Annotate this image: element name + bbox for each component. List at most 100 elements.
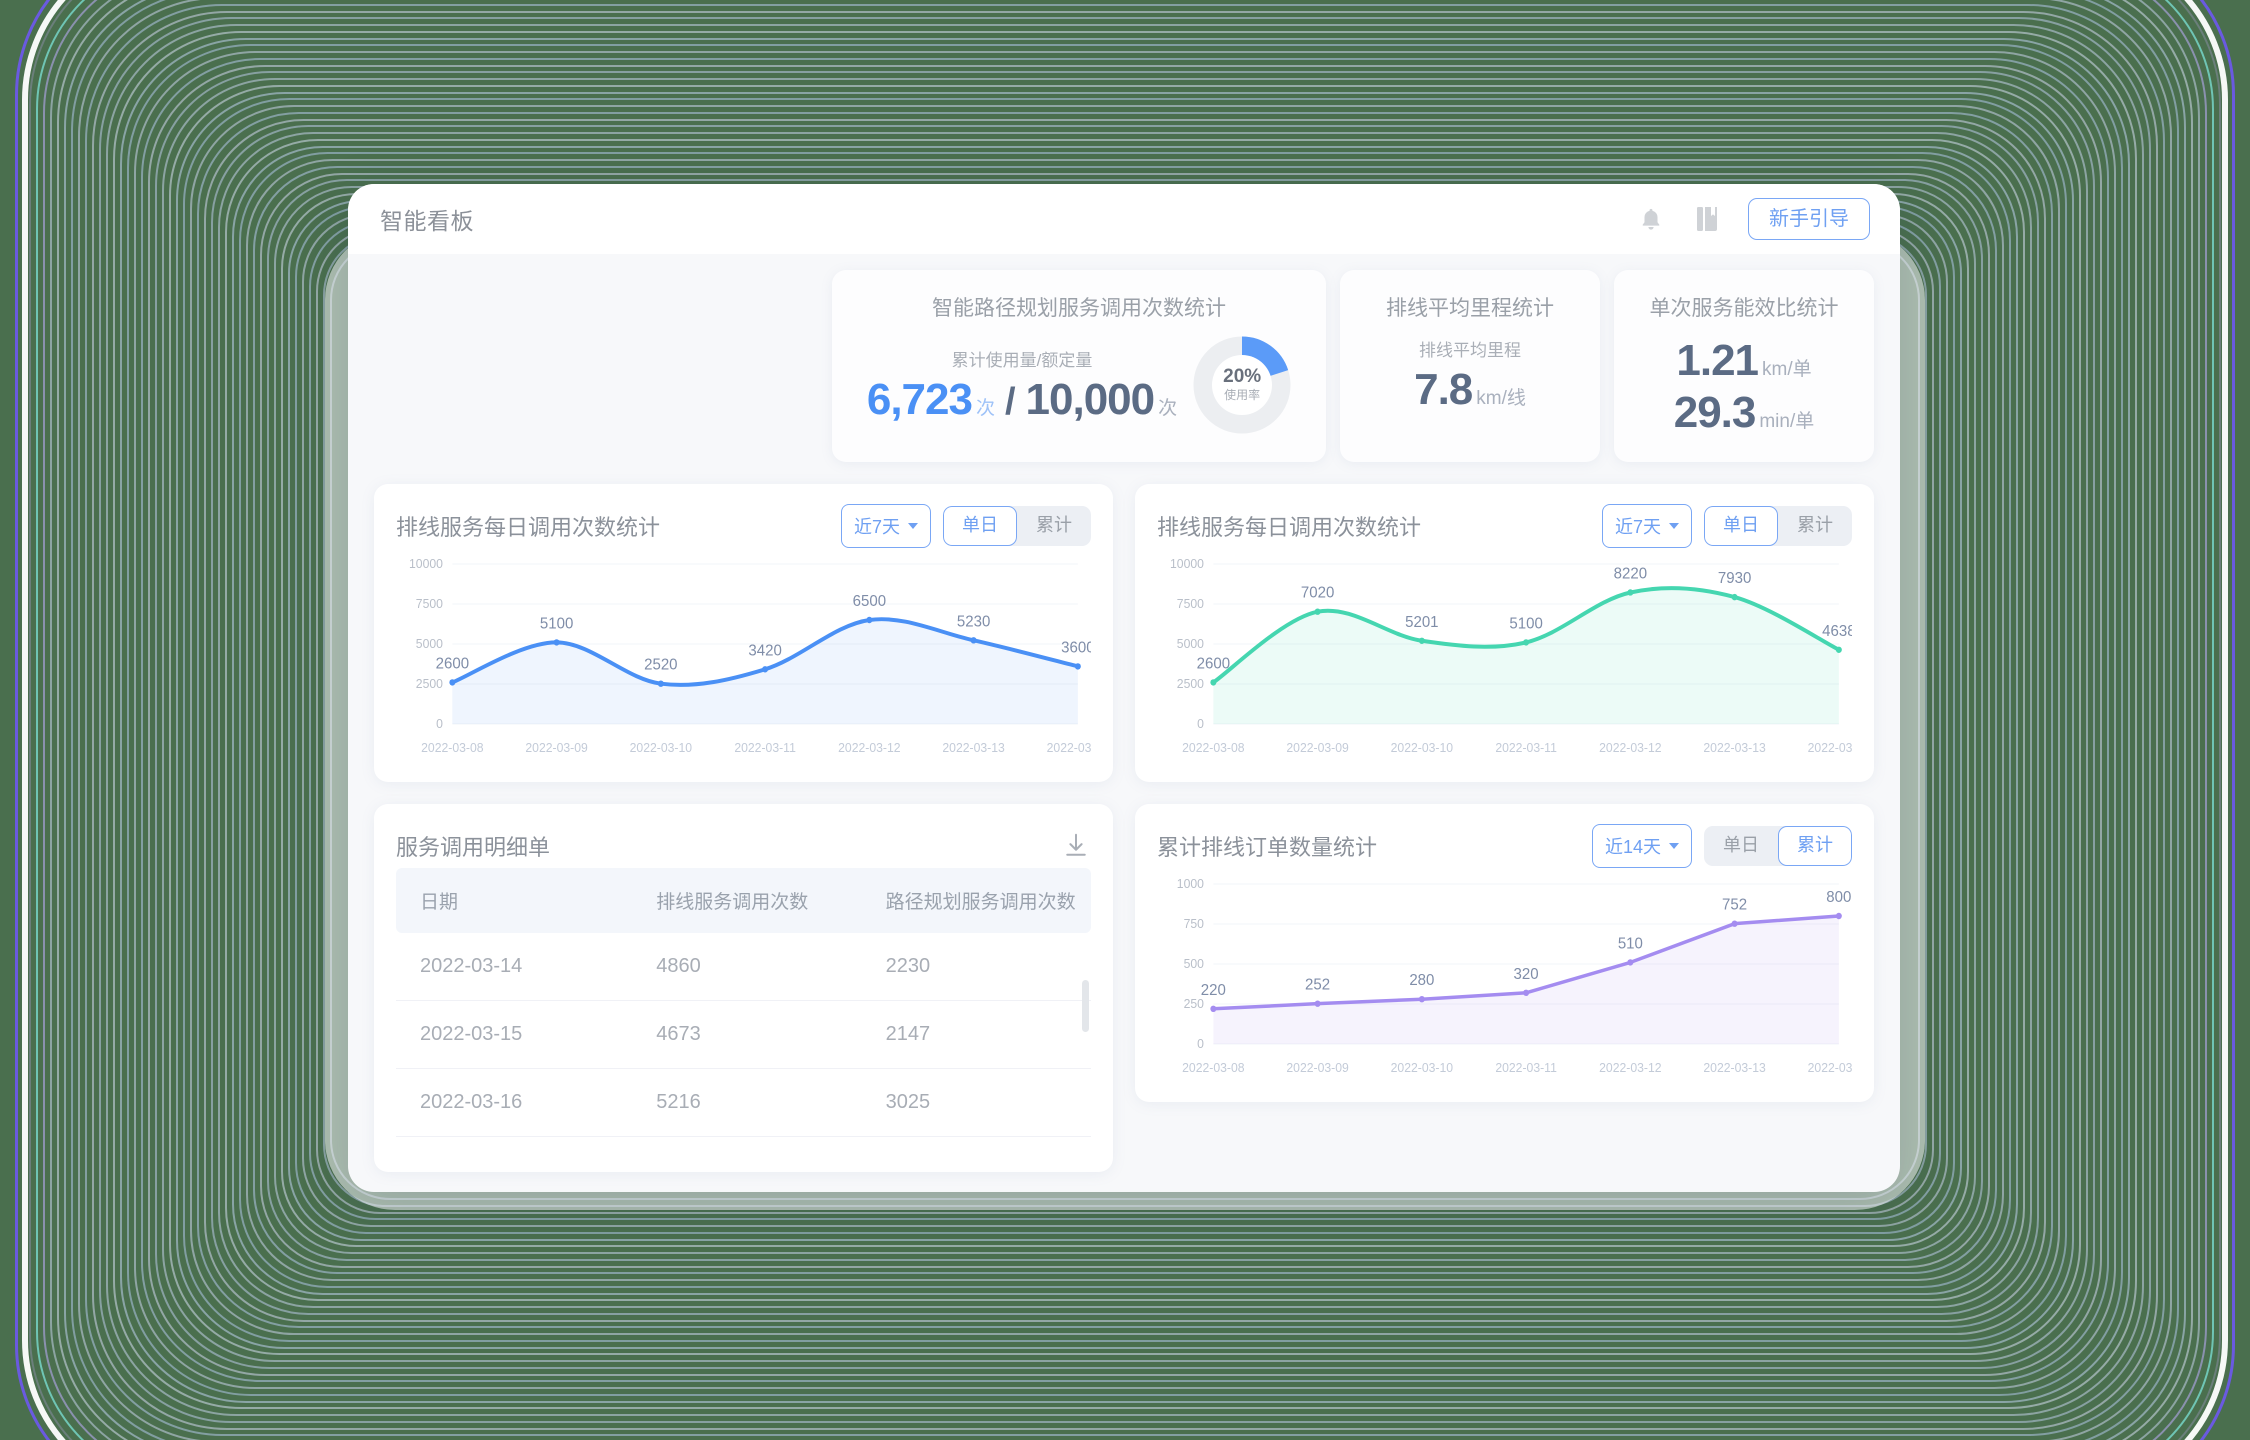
card-title: 排线服务每日调用次数统计 [396,515,661,540]
chart-data-point [1210,1005,1217,1012]
service-call-detail-table: 日期 排线服务调用次数 路径规划服务调用次数 2022-03-14 4860 223… [396,868,1091,1160]
kpi-value-row-1: 1.21 km/单 [1638,336,1850,386]
donut-center: 20% 使用率 [1212,355,1273,415]
y-axis-tick-label: 0 [1197,1037,1204,1051]
chart-data-label: 280 [1409,972,1434,990]
usage-donut-chart: 20% 使用率 [1193,336,1291,434]
x-axis-tick-label: 2022-03-09 [525,741,587,755]
x-axis-tick-label: 2022-03-10 [1391,1061,1453,1075]
tab-single-day-right[interactable]: 单日 [1704,506,1778,546]
chart-daily-calls-right: 0 2500 5000 7500 10000 2600 7020 5201 5100 8220 79… [1170,557,1852,755]
chart-data-label: 5100 [1509,615,1543,633]
chart-data-label: 2600 [436,655,470,673]
cell-date: 2022-03-15 [396,1000,633,1069]
table-row[interactable]: 2022-03-1760343440 [396,1136,1091,1160]
card-title: 排线服务每日调用次数统计 [1157,515,1422,540]
range-select-left[interactable]: 近7天 [840,504,931,548]
tab-cumulative-right[interactable]: 累计 [1778,506,1852,546]
tab-single-day-orders[interactable]: 单日 [1704,826,1778,866]
chart-data-point [1523,639,1530,646]
kpi-title: 单次服务能效比统计 [1649,297,1839,320]
page-title: 智能看板 [380,208,474,234]
table-scroll-region[interactable]: 日期 排线服务调用次数 路径规划服务调用次数 2022-03-14 4860 223… [396,868,1091,1160]
x-axis-tick-label: 2022-03-12 [838,741,900,755]
left-column: 排线服务每日调用次数统计 近7天 单日 累计 0 2500 5000 7500 … [374,484,1113,1172]
cell-route-calls: 4860 [632,933,862,1001]
tab-single-day-left[interactable]: 单日 [943,506,1017,546]
chevron-down-icon [908,523,918,529]
table-head: 日期 排线服务调用次数 路径规划服务调用次数 [396,868,1091,933]
chart-data-point [1731,920,1738,927]
chart-data-point [657,680,664,687]
kpi-value-min: 29.3 [1673,388,1757,437]
right-column: 排线服务每日调用次数统计 近7天 单日 累计 0 2500 5000 7500 … [1135,484,1874,1172]
chart-data-point [1418,637,1425,644]
table-header-route-calls: 排线服务调用次数 [632,868,862,933]
x-axis-tick-label: 2022-03-11 [734,741,796,755]
range-select-right[interactable]: 近7天 [1601,504,1692,548]
x-axis-tick-label: 2022-03-14 [1047,741,1091,755]
y-axis-tick-label: 7500 [1177,597,1204,611]
kpi-value-row: 7.8 km/线 [1364,365,1576,415]
chart-data-point [1835,912,1842,920]
chart-area-fill [1213,588,1839,724]
table-header-row: 日期 排线服务调用次数 路径规划服务调用次数 [396,868,1091,933]
kpi-card-service-calls: 智能路径规划服务调用次数统计 累计使用量/额定量 6,723 次 / 10,00… [832,270,1326,462]
chart-data-label: 752 [1722,896,1747,914]
range-select-label: 近7天 [1614,517,1661,537]
y-axis-tick-label: 2500 [416,677,443,691]
chart-data-point [1835,646,1842,653]
guide-button[interactable]: 新手引导 [1748,198,1870,240]
app-window: 智能看板 新手引导 智能路径规划服务调用次数统计 累计使用量/额定量 6,723… [348,184,1900,1192]
y-axis-tick-label: 7500 [416,597,443,611]
cell-planning-calls: 2230 [861,933,1091,1001]
x-axis-tick-label: 2022-03-12 [1599,1061,1661,1075]
tab-cumulative-orders[interactable]: 累计 [1778,826,1852,866]
cell-planning-calls: 3440 [861,1136,1091,1160]
x-axis-tick-label: 2022-03-09 [1286,741,1348,755]
card-controls: 近7天 单日 累计 [840,504,1091,548]
kpi-sub-label: 累计使用量/额定量 [951,350,1093,370]
kpi-quota-value: 10,000 [1025,374,1156,424]
card-cumulative-orders: 累计排线订单数量统计 近14天 单日 累计 0 250 500 750 1000… [1135,804,1874,1102]
kpi-title: 智能路径规划服务调用次数统计 [932,297,1226,320]
card-header: 累计排线订单数量统计 近14天 单日 累计 [1157,824,1852,868]
chart-cumulative-orders: 02505007501000220 252 280 320510752 8002022-… [1177,877,1852,1075]
card-title: 累计排线订单数量统计 [1157,835,1378,860]
table-row[interactable]: 2022-03-16 5216 3025 [396,1068,1091,1137]
chart-data-point [1210,679,1217,686]
chart-data-label: 510 [1618,935,1643,953]
x-axis-tick-label: 2022-03-13 [942,741,1004,755]
cell-date: 2022-03-17 [396,1136,633,1160]
kpi-quota-unit: 次 [1158,397,1178,419]
table-row[interactable]: 2022-03-15 4673 2147 [396,1000,1091,1069]
bell-icon[interactable] [1636,204,1666,234]
tab-cumulative-left[interactable]: 累计 [1017,506,1091,546]
table-scrollbar[interactable] [1082,980,1089,1032]
chart-data-point [1731,593,1738,601]
segmented-control-left: 单日 累计 [943,506,1091,546]
cell-date: 2022-03-14 [396,933,633,1001]
range-select-orders[interactable]: 近14天 [1591,824,1692,868]
cell-route-calls: 6034 [632,1136,862,1160]
title-bar: 智能看板 新手引导 [348,184,1900,254]
download-icon[interactable] [1061,831,1091,861]
book-icon[interactable] [1692,204,1722,234]
chart-data-point [1627,589,1634,596]
kpi-card-average-mileage: 排线平均里程统计 排线平均里程 7.8 km/线 [1340,270,1600,462]
kpi-card-efficiency: 单次服务能效比统计 1.21 km/单 29.3 min/单 [1614,270,1874,462]
kpi-value-row-2: 29.3 min/单 [1638,388,1850,438]
cell-planning-calls: 3025 [861,1068,1091,1137]
chart-data-label: 4638 [1822,622,1852,640]
kpi-separator: / [1004,380,1016,423]
kpi-row: 智能路径规划服务调用次数统计 累计使用量/额定量 6,723 次 / 10,00… [374,270,1874,462]
x-axis-tick-label: 2022-03-10 [1391,741,1453,755]
cell-date: 2022-03-16 [396,1068,633,1137]
kpi-value-row: 6,723 次 / 10,000 次 [867,375,1177,425]
kpi-value-km: 1.21 [1676,336,1759,385]
chart-data-point [1627,959,1634,966]
table-row[interactable]: 2022-03-14 4860 2230 [396,933,1091,1001]
donut-percent: 20% [1223,365,1262,387]
y-axis-tick-label: 0 [436,717,443,731]
segmented-control-right: 单日 累计 [1704,506,1852,546]
